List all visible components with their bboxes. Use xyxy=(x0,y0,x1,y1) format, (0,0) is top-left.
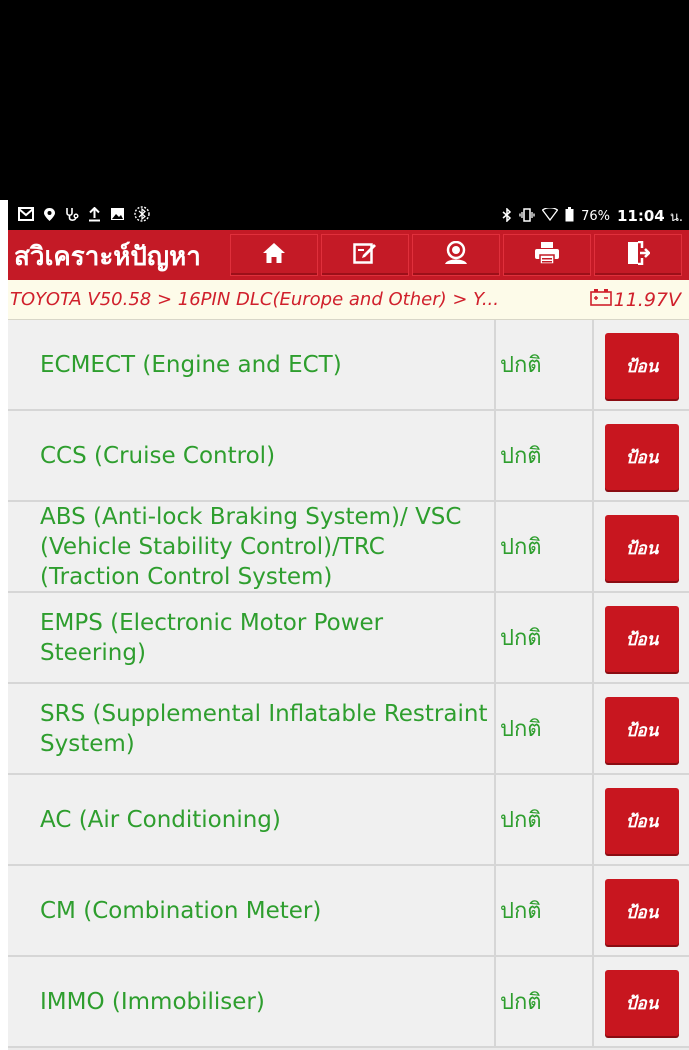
system-status: ปกติ xyxy=(500,535,542,560)
system-name: CM (Combination Meter) xyxy=(40,897,322,924)
bluetooth-icon xyxy=(502,206,512,226)
system-name: IMMO (Immobiliser) xyxy=(40,988,265,1015)
system-status: ปกติ xyxy=(500,717,542,742)
list-item: AC (Air Conditioning) ปกติ ป้อน xyxy=(8,775,689,866)
support-button[interactable] xyxy=(412,234,500,276)
column-divider xyxy=(592,502,594,591)
enter-button[interactable]: ป้อน xyxy=(605,333,679,399)
column-divider xyxy=(494,957,496,1046)
column-divider xyxy=(494,866,496,955)
list-item: IMMO (Immobiliser) ปกติ ป้อน xyxy=(8,957,689,1048)
enter-button[interactable]: ป้อน xyxy=(605,970,679,1036)
list-item: CCS (Cruise Control) ปกติ ป้อน xyxy=(8,411,689,502)
car-battery-icon xyxy=(589,288,612,311)
system-list: ECMECT (Engine and ECT) ปกติ ป้อน CCS (C… xyxy=(8,320,689,1048)
column-divider xyxy=(592,593,594,682)
breadcrumb: TOYOTA V50.58 > 16PIN DLC(Europe and Oth… xyxy=(10,289,499,310)
print-icon xyxy=(534,241,560,269)
enter-button[interactable]: ป้อน xyxy=(605,515,679,581)
column-divider xyxy=(592,320,594,409)
enter-button[interactable]: ป้อน xyxy=(605,879,679,945)
column-divider xyxy=(494,775,496,864)
column-divider xyxy=(494,502,496,591)
system-name: AC (Air Conditioning) xyxy=(40,806,281,833)
column-divider xyxy=(494,684,496,773)
clock: 11:04 น. xyxy=(617,206,683,227)
print-button[interactable] xyxy=(503,234,591,276)
column-divider xyxy=(494,411,496,500)
list-item: EMPS (Electronic Motor Power Steering) ป… xyxy=(8,593,689,684)
list-item: ABS (Anti-lock Braking System)/ VSC (Veh… xyxy=(8,502,689,593)
enter-button[interactable]: ป้อน xyxy=(605,424,679,490)
top-bezel xyxy=(0,0,689,200)
column-divider xyxy=(494,593,496,682)
support-icon xyxy=(443,240,469,269)
column-divider xyxy=(592,866,594,955)
home-button[interactable] xyxy=(230,234,318,276)
stethoscope-icon xyxy=(65,207,79,227)
battery-percent: 76% xyxy=(581,209,610,224)
wifi-icon xyxy=(541,207,559,225)
system-status: ปกติ xyxy=(500,444,542,469)
mail-icon xyxy=(18,207,34,226)
enter-button[interactable]: ป้อน xyxy=(605,606,679,672)
list-item: SRS (Supplemental Inflatable Restraint S… xyxy=(8,684,689,775)
system-name: ECMECT (Engine and ECT) xyxy=(40,351,342,378)
column-divider xyxy=(494,320,496,409)
voltage-value: 11.97V xyxy=(613,288,681,311)
exit-icon xyxy=(626,240,651,269)
enter-button[interactable]: ป้อน xyxy=(605,788,679,854)
list-item: CM (Combination Meter) ปกติ ป้อน xyxy=(8,866,689,957)
system-icons: 76% 11:04 น. xyxy=(502,206,683,227)
battery-icon xyxy=(565,207,574,226)
device-screen: 76% 11:04 น. สวิเคราะห์ปัญหา TOYOTA V50.… xyxy=(8,200,689,1050)
breadcrumb-bar: TOYOTA V50.58 > 16PIN DLC(Europe and Oth… xyxy=(8,280,689,320)
system-name: CCS (Cruise Control) xyxy=(40,442,276,469)
home-icon xyxy=(262,242,286,268)
battery-voltage: 11.97V xyxy=(589,288,681,311)
system-status: ปกติ xyxy=(500,990,542,1015)
system-name: ABS (Anti-lock Braking System)/ VSC (Veh… xyxy=(40,503,462,590)
bluetooth-circle-icon xyxy=(134,206,150,227)
image-icon xyxy=(110,207,125,226)
system-name: SRS (Supplemental Inflatable Restraint S… xyxy=(40,700,488,757)
clock-time: 11:04 xyxy=(616,207,665,225)
app-header: สวิเคราะห์ปัญหา xyxy=(8,230,689,280)
system-status: ปกติ xyxy=(500,808,542,833)
exit-button[interactable] xyxy=(594,234,682,276)
system-status: ปกติ xyxy=(500,353,542,378)
clock-suffix: น. xyxy=(669,210,683,225)
notification-icons xyxy=(18,206,150,227)
vibrate-icon xyxy=(519,207,535,226)
column-divider xyxy=(592,775,594,864)
edit-button[interactable] xyxy=(321,234,409,276)
system-status: ปกติ xyxy=(500,626,542,651)
column-divider xyxy=(592,957,594,1046)
column-divider xyxy=(592,411,594,500)
upload-icon xyxy=(88,206,101,227)
system-name: EMPS (Electronic Motor Power Steering) xyxy=(40,609,384,666)
enter-button[interactable]: ป้อน xyxy=(605,697,679,763)
column-divider xyxy=(592,684,594,773)
system-status: ปกติ xyxy=(500,899,542,924)
location-pin-icon xyxy=(43,207,56,227)
list-item: ECMECT (Engine and ECT) ปกติ ป้อน xyxy=(8,320,689,411)
status-bar: 76% 11:04 น. xyxy=(8,200,689,230)
page-title: สวิเคราะห์ปัญหา xyxy=(14,242,201,272)
edit-icon xyxy=(353,241,377,269)
screen-frame: 76% 11:04 น. สวิเคราะห์ปัญหา TOYOTA V50.… xyxy=(0,0,689,1050)
